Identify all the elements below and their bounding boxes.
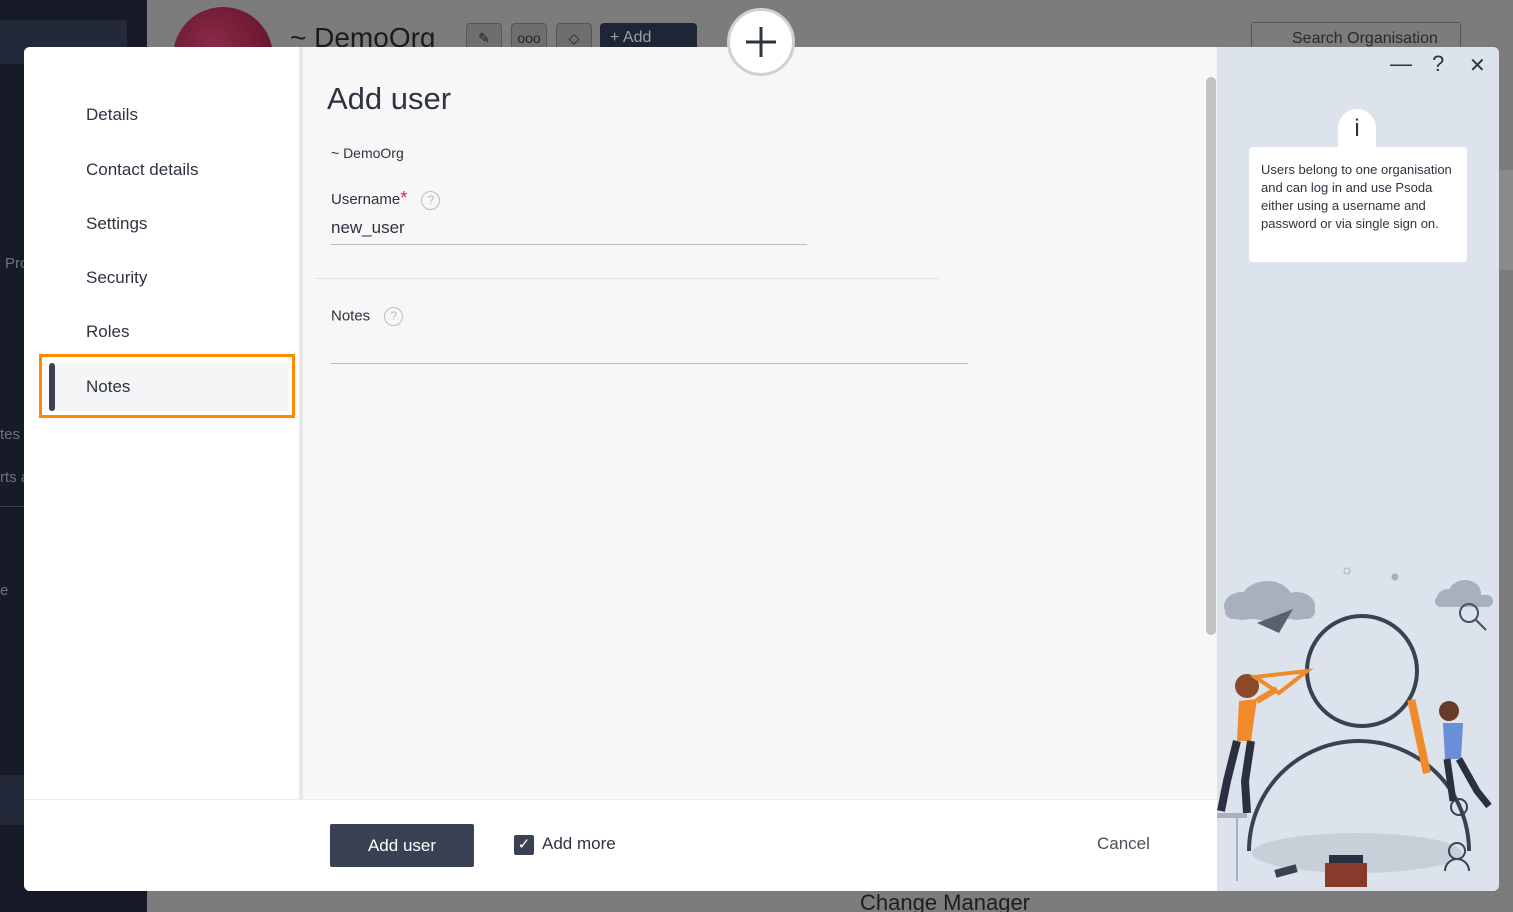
info-card-text: Users belong to one organisation and can… xyxy=(1249,147,1467,262)
help-icon[interactable]: ? xyxy=(1432,51,1444,77)
required-mark: * xyxy=(400,188,408,208)
section-divider xyxy=(315,278,939,279)
username-input[interactable] xyxy=(331,217,807,245)
cancel-button[interactable]: Cancel xyxy=(1097,834,1150,854)
section-nav: Details Contact details Settings Securit… xyxy=(24,47,299,799)
toolbox-icon xyxy=(1325,855,1367,887)
info-icon: i xyxy=(1338,109,1376,151)
notes-label: Notes ? xyxy=(331,307,404,326)
nav-item-contact-details[interactable]: Contact details xyxy=(86,160,198,180)
add-user-button[interactable]: Add user xyxy=(330,824,474,867)
notes-label-text: Notes xyxy=(331,307,371,325)
help-icon[interactable]: ? xyxy=(384,307,404,326)
background-sidebar-text: tes xyxy=(0,426,21,443)
page-title: Add user xyxy=(327,81,452,116)
notes-input[interactable] xyxy=(331,337,968,364)
add-button-floating[interactable] xyxy=(727,8,795,76)
minimize-icon[interactable]: — xyxy=(1390,51,1412,77)
person-right xyxy=(1407,698,1492,809)
org-name: ~ DemoOrg xyxy=(331,145,404,161)
help-icon[interactable]: ? xyxy=(421,190,441,210)
form-pane: Add user ~ DemoOrg Username* ? Notes ? xyxy=(299,47,1217,799)
close-icon[interactable]: ✕ xyxy=(1469,53,1486,78)
team-illustration xyxy=(1217,567,1493,887)
info-panel: — ? ✕ i Users belong to one organisation… xyxy=(1217,47,1499,891)
add-user-dialog: Details Contact details Settings Securit… xyxy=(24,47,1499,891)
username-label-text: Username xyxy=(331,191,401,208)
plus-icon xyxy=(746,27,776,57)
highlight-outline xyxy=(39,354,295,418)
nav-item-details[interactable]: Details xyxy=(86,105,138,125)
background-role-text: Change Manager xyxy=(860,890,1031,912)
cloud-icon xyxy=(1435,580,1493,607)
add-more-checkbox[interactable]: ✓ xyxy=(514,835,534,855)
cloud-icon xyxy=(1224,581,1315,621)
nav-item-settings[interactable]: Settings xyxy=(86,214,147,234)
scrollbar[interactable] xyxy=(1206,77,1216,635)
nav-item-roles[interactable]: Roles xyxy=(86,322,129,342)
dialog-footer: Add user ✓ Add more Cancel xyxy=(24,799,1217,891)
background-panel-edge xyxy=(1498,170,1513,270)
add-more-label[interactable]: Add more xyxy=(542,834,616,854)
nav-item-security[interactable]: Security xyxy=(86,268,147,288)
search-icon xyxy=(1459,603,1487,631)
username-label: Username* ? xyxy=(331,188,441,210)
background-sidebar-text: e xyxy=(0,582,9,599)
